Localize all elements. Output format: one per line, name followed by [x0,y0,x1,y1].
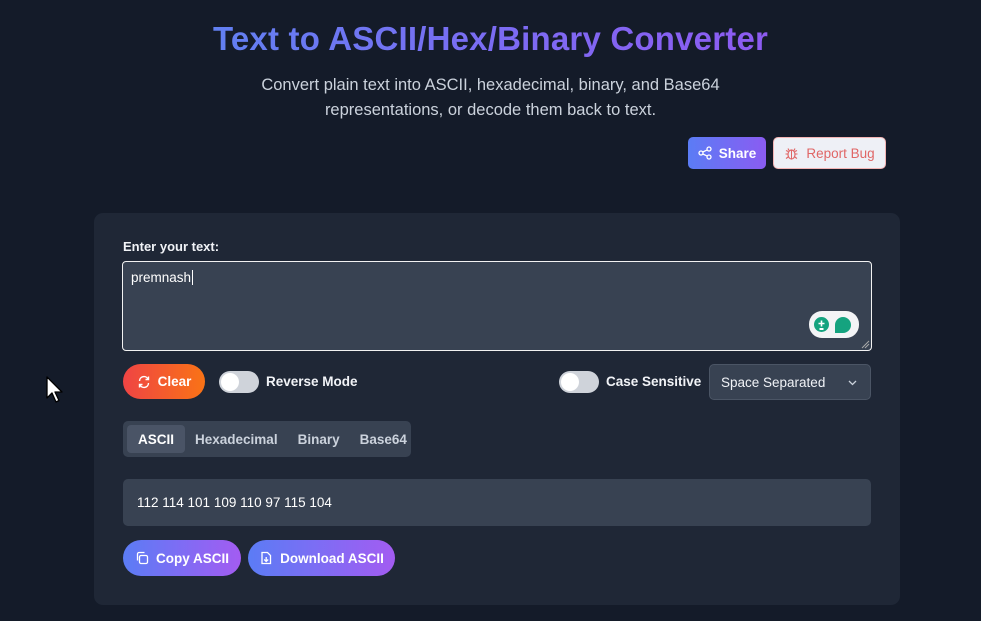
refresh-icon [138,375,149,388]
tab-hexadecimal[interactable]: Hexadecimal [185,425,288,453]
share-icon [698,146,712,160]
format-tabs: ASCII Hexadecimal Binary Base64 [123,421,411,457]
resize-handle-icon[interactable] [861,340,870,349]
clear-button[interactable]: Clear [123,364,205,399]
download-file-icon [261,551,272,565]
report-bug-label: Report Bug [806,145,875,161]
output-field[interactable]: 112 114 101 109 110 97 115 104 [123,479,871,526]
reverse-mode-label: Reverse Mode [266,374,358,389]
page-title: Text to ASCII/Hex/Binary Converter [0,20,981,58]
mouse-pointer-icon [46,376,63,403]
share-button[interactable]: Share [688,137,766,169]
text-input-value: premnash [131,270,192,285]
text-input[interactable]: premnash [122,261,872,351]
chevron-down-icon [848,380,857,386]
reverse-mode-toggle[interactable] [219,371,259,393]
case-sensitive-toggle[interactable] [559,371,599,393]
clear-label: Clear [157,374,192,389]
separator-select[interactable]: Space Separated [709,364,871,400]
tab-ascii[interactable]: ASCII [127,425,186,453]
input-label: Enter your text: [123,239,220,254]
copy-label: Copy ASCII [155,550,229,566]
separator-selected-value: Space Separated [721,374,826,390]
copy-button[interactable]: Copy ASCII [123,540,241,576]
download-button[interactable]: Download ASCII [248,540,395,576]
bulb-icon [814,317,829,332]
grammar-assistant-icon[interactable] [809,311,859,338]
bug-icon [785,147,798,160]
output-value: 112 114 101 109 110 97 115 104 [137,495,332,510]
assistant-logo-icon [835,316,851,333]
tab-binary[interactable]: Binary [288,425,350,453]
page-subtitle: Convert plain text into ASCII, hexadecim… [261,76,720,119]
download-label: Download ASCII [280,550,384,566]
tab-base64[interactable]: Base64 [350,425,417,453]
case-sensitive-label: Case Sensitive [606,374,702,389]
share-label: Share [718,145,757,161]
copy-icon [136,551,149,565]
report-bug-button[interactable]: Report Bug [773,137,886,169]
